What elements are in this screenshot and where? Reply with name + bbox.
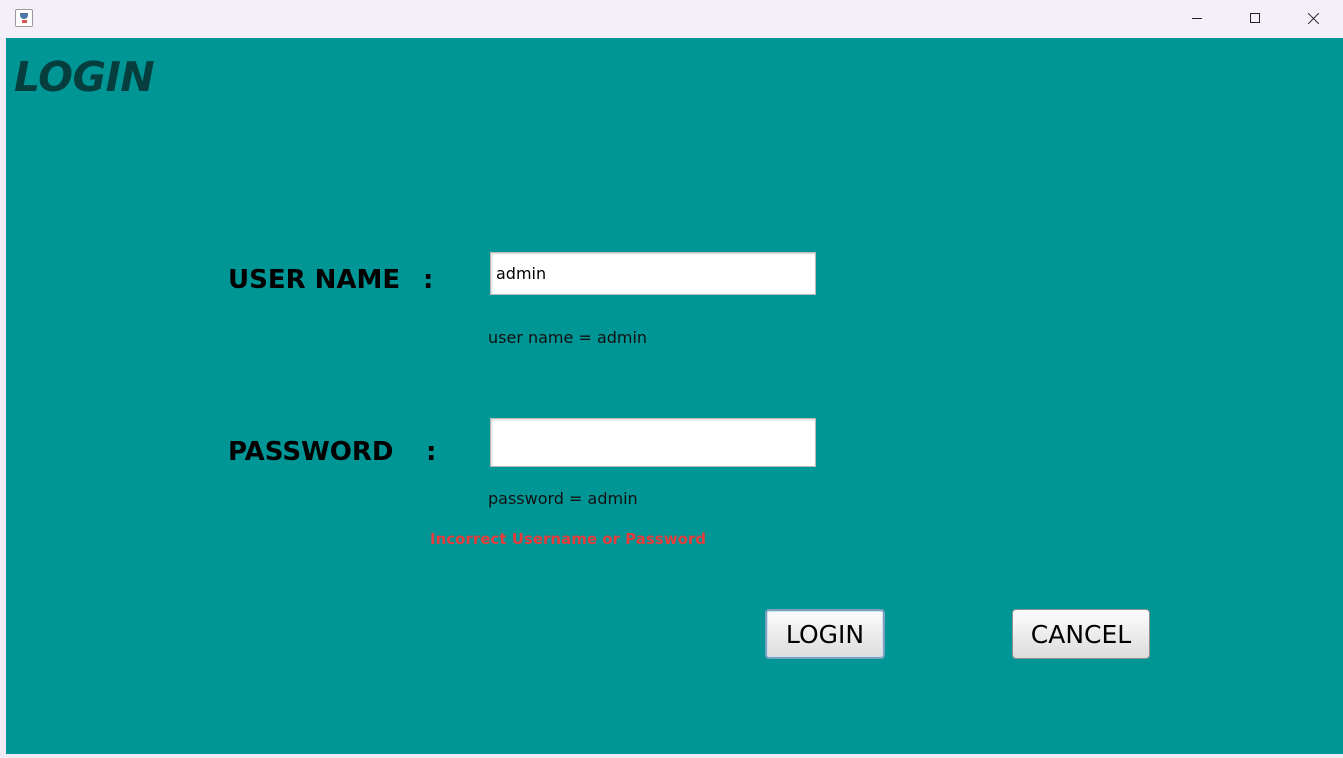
login-window: LOGIN USER NAME : user name = admin PASS… (0, 0, 1343, 758)
page-title: LOGIN (14, 53, 155, 101)
password-colon: : (426, 437, 437, 467)
java-cup-icon (15, 9, 33, 27)
username-label: USER NAME (228, 265, 401, 295)
password-label: PASSWORD (228, 437, 394, 467)
maximize-button[interactable] (1226, 0, 1284, 38)
cancel-button[interactable]: CANCEL (1012, 609, 1150, 659)
login-button[interactable]: LOGIN (765, 609, 885, 659)
maximize-icon (1250, 13, 1260, 23)
error-message: Incorrect Username or Password (430, 530, 707, 548)
username-input[interactable] (490, 252, 816, 295)
close-icon (1307, 12, 1320, 25)
close-button[interactable] (1284, 0, 1342, 38)
login-panel: LOGIN USER NAME : user name = admin PASS… (6, 38, 1343, 754)
username-colon: : (423, 265, 434, 295)
minimize-button[interactable] (1168, 0, 1226, 38)
password-hint: password = admin (488, 489, 638, 508)
title-bar[interactable] (0, 0, 1343, 38)
password-input[interactable] (490, 418, 816, 467)
minimize-icon (1192, 18, 1202, 19)
username-hint: user name = admin (488, 328, 648, 347)
